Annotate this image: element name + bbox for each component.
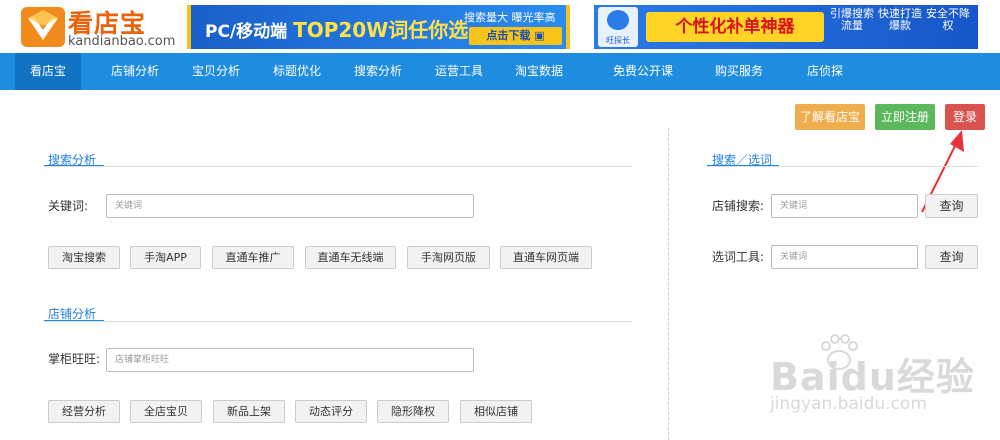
ad-banner-wangtanzhang[interactable]: 旺探长 个性化补单神器 引爆搜索流量 快速打造爆款 安全不降权 [594, 5, 978, 49]
shop-search-input[interactable] [771, 194, 918, 218]
nav-item-taobao-data[interactable]: 淘宝数据 [499, 53, 579, 90]
banner1-prefix: PC/移动端 [205, 22, 288, 42]
chip-shoutao-app[interactable]: 手淘APP [130, 246, 201, 269]
word-tool-input[interactable] [771, 245, 918, 269]
banner2-feature: 快速打造爆款 [878, 7, 922, 32]
chip-taobao-search[interactable]: 淘宝搜索 [48, 246, 120, 269]
watermark-domain: jingyan.baidu.com [770, 394, 927, 414]
section-divider [44, 321, 632, 322]
download-icon: ▣ [534, 29, 545, 42]
nav-item-kandianbao[interactable]: 看店宝 [15, 53, 81, 90]
chip-operation-analysis[interactable]: 经营分析 [48, 400, 120, 423]
banner1-highlight: TOP20W词任你选 [293, 18, 469, 42]
keyword-label: 关键词: [48, 199, 89, 213]
nav-item-ops-tools[interactable]: 运营工具 [419, 53, 499, 90]
logo-mark-icon [21, 7, 65, 47]
chip-similar-shops[interactable]: 相似店铺 [460, 400, 532, 423]
chip-ztc-web[interactable]: 直通车网页端 [500, 246, 592, 269]
chip-ztc-promo[interactable]: 直通车推广 [212, 246, 294, 269]
nav-item-item-analysis[interactable]: 宝贝分析 [176, 53, 256, 90]
wangtanzhang-icon: 旺探长 [598, 7, 638, 47]
learn-more-button[interactable]: 了解看店宝 [795, 104, 865, 130]
chip-hidden-penalty[interactable]: 隐形降权 [377, 400, 449, 423]
nav-item-search-analysis[interactable]: 搜索分析 [338, 53, 418, 90]
nav-item-title-optimize[interactable]: 标题优化 [257, 53, 337, 90]
chip-dynamic-rating[interactable]: 动态评分 [295, 400, 367, 423]
column-divider [668, 128, 669, 440]
nav-item-dianzhentan[interactable]: 店侦探 [790, 53, 860, 90]
baidu-jingyan-watermark: Baidu经验 jingyan.baidu.com [770, 332, 990, 432]
section-divider [44, 166, 632, 167]
nav-item-shop-analysis[interactable]: 店铺分析 [95, 53, 175, 90]
shop-search-query-button[interactable]: 查询 [925, 194, 978, 218]
main-nav: 看店宝 店铺分析 宝贝分析 标题优化 搜索分析 运营工具 淘宝数据 免费公开课 … [0, 53, 1000, 90]
seller-wangwang-label: 掌柜旺旺: [48, 352, 101, 366]
chip-new-listings[interactable]: 新品上架 [213, 400, 285, 423]
word-tool-query-button[interactable]: 查询 [925, 245, 978, 269]
word-tool-label: 选词工具: [712, 250, 765, 264]
banner2-headline: 个性化补单神器 [646, 12, 824, 42]
chip-shoutao-web[interactable]: 手淘网页版 [407, 246, 490, 269]
chip-all-items[interactable]: 全店宝贝 [130, 400, 202, 423]
header: 看店宝 kandianbao.com PC/移动端 TOP20W词任你选 搜索量… [0, 0, 1000, 53]
site-logo[interactable]: 看店宝 kandianbao.com [20, 4, 180, 50]
nav-item-free-course[interactable]: 免费公开课 [598, 53, 688, 90]
watermark-text: Baidu经验 [770, 355, 975, 399]
banner1-download-button[interactable]: 点击下载 ▣ [469, 27, 562, 45]
seller-wangwang-input[interactable] [106, 348, 474, 372]
ad-banner-keywords[interactable]: PC/移动端 TOP20W词任你选 搜索量大 曝光率高 点击下载 ▣ [187, 5, 570, 49]
keyword-input[interactable] [106, 194, 474, 218]
banner1-tagline: 搜索量大 曝光率高 [464, 11, 556, 24]
nav-item-buy-service[interactable]: 购买服务 [694, 53, 784, 90]
banner2-feature: 安全不降权 [926, 7, 970, 32]
banner1-download-label: 点击下载 [486, 29, 531, 42]
wangtanzhang-label: 旺探长 [606, 36, 630, 45]
section-divider [707, 166, 978, 167]
logo-domain: kandianbao.com [68, 34, 176, 49]
shop-search-label: 店铺搜索: [712, 199, 765, 213]
banner2-feature: 引爆搜索流量 [830, 7, 874, 32]
chip-ztc-mobile[interactable]: 直通车无线端 [305, 246, 396, 269]
